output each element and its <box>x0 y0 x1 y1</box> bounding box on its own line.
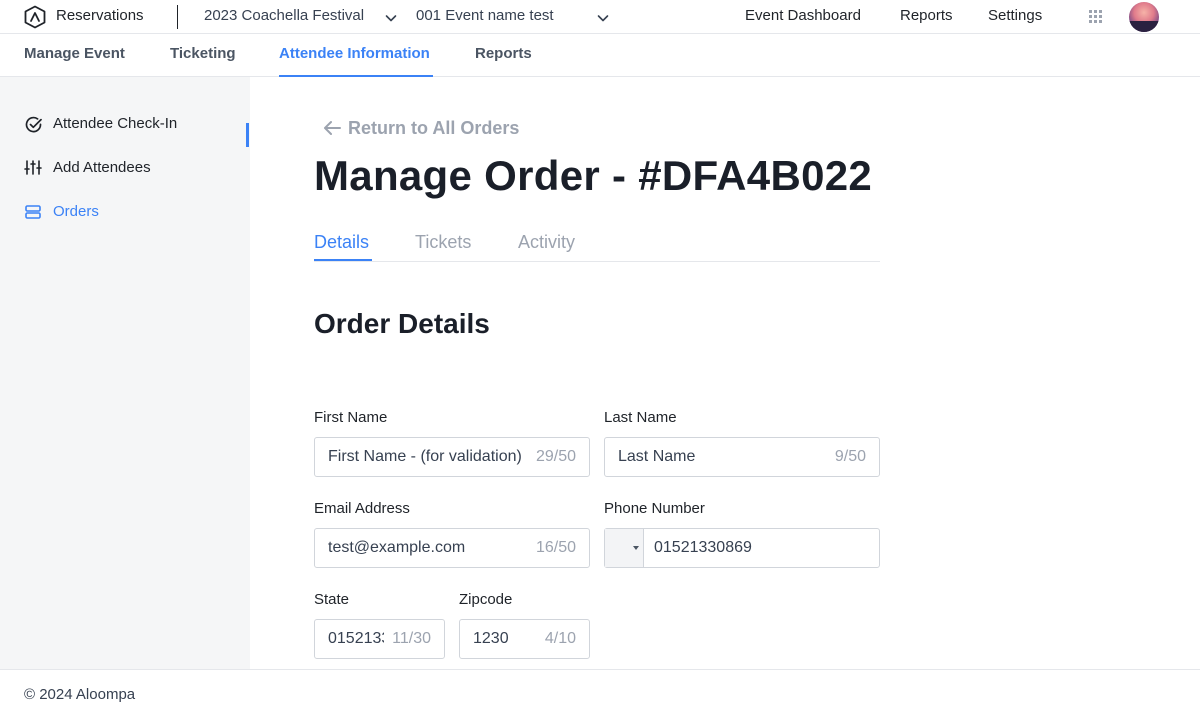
event-name-select-value: 001 Event name test <box>416 7 554 24</box>
phone-field[interactable]: 01521330869 <box>604 528 880 568</box>
return-link-label: Return to All Orders <box>348 118 520 138</box>
sidebar-item-label: Add Attendees <box>53 159 151 176</box>
last-name-field[interactable]: Last Name 9/50 <box>604 437 880 477</box>
first-name-label: First Name <box>314 409 388 426</box>
app-title[interactable]: Reservations <box>56 7 144 24</box>
apps-grid-icon[interactable] <box>1089 10 1103 24</box>
state-char-count: 11/30 <box>392 630 431 647</box>
zipcode-char-count: 4/10 <box>544 630 576 647</box>
nav-settings[interactable]: Settings <box>988 7 1042 24</box>
return-to-orders-link[interactable]: Return to All Orders <box>322 118 519 139</box>
footer: © 2024 Aloompa <box>0 669 1200 720</box>
page-title: Manage Order - #DFA4B022 <box>314 152 873 199</box>
tab-reports[interactable]: Reports <box>475 45 532 62</box>
chevron-down-icon <box>597 15 609 22</box>
zipcode-value: 1230 <box>473 630 509 647</box>
server-icon <box>25 205 41 219</box>
topbar-divider <box>177 5 178 29</box>
arrow-left-icon <box>324 121 341 135</box>
nav-event-dashboard[interactable]: Event Dashboard <box>745 7 861 24</box>
nav-reports[interactable]: Reports <box>900 7 953 24</box>
sliders-icon <box>24 160 42 175</box>
state-value: 01521330869 <box>328 630 384 647</box>
state-label: State <box>314 591 350 608</box>
event-select[interactable]: 2023 Coachella Festival <box>204 7 400 24</box>
reservations-logo-icon[interactable] <box>23 5 47 29</box>
email-char-count: 16/50 <box>535 539 576 556</box>
last-name-value: Last Name <box>618 448 696 465</box>
first-name-field[interactable]: First Name - (for validation) 29/50 <box>314 437 590 477</box>
active-subtab-indicator <box>314 259 372 261</box>
last-name-label: Last Name <box>604 409 677 426</box>
state-field[interactable]: 01521330869 11/30 <box>314 619 445 659</box>
phone-value: 01521330869 <box>654 539 752 556</box>
top-bar: Reservations 2023 Coachella Festival 001… <box>0 0 1200 34</box>
subtab-tickets[interactable]: Tickets <box>415 232 471 253</box>
sidebar-item-label: Attendee Check-In <box>53 115 178 132</box>
tab-attendee-information[interactable]: Attendee Information <box>279 45 430 62</box>
email-value: test@example.com <box>328 539 466 556</box>
tab-bar: Manage Event Ticketing Attendee Informat… <box>0 34 1200 77</box>
country-code-select[interactable] <box>605 529 644 567</box>
check-circle-icon <box>25 116 42 133</box>
chevron-down-icon <box>385 15 397 22</box>
sidebar-active-indicator <box>246 123 249 147</box>
order-subtabs: Details Tickets Activity <box>314 229 880 262</box>
phone-label: Phone Number <box>604 500 705 517</box>
event-name-select[interactable]: 001 Event name test <box>416 7 612 24</box>
tab-manage-event[interactable]: Manage Event <box>24 45 125 62</box>
footer-copyright: © 2024 Aloompa <box>24 686 136 703</box>
first-name-value: First Name - (for validation) <box>328 448 522 465</box>
sidebar-item-label: Orders <box>53 203 99 220</box>
last-name-char-count: 9/50 <box>834 448 866 465</box>
active-tab-indicator <box>279 75 433 77</box>
caret-down-icon <box>633 546 639 550</box>
email-label: Email Address <box>314 500 410 517</box>
zipcode-label: Zipcode <box>459 591 513 608</box>
first-name-char-count: 29/50 <box>535 448 576 465</box>
event-select-value: 2023 Coachella Festival <box>204 7 365 24</box>
subtab-activity[interactable]: Activity <box>518 232 575 253</box>
zipcode-field[interactable]: 1230 4/10 <box>459 619 590 659</box>
section-title: Order Details <box>314 308 490 339</box>
email-field[interactable]: test@example.com 16/50 <box>314 528 590 568</box>
tab-ticketing[interactable]: Ticketing <box>170 45 236 62</box>
avatar[interactable] <box>1129 2 1159 32</box>
subtab-details[interactable]: Details <box>314 232 369 253</box>
